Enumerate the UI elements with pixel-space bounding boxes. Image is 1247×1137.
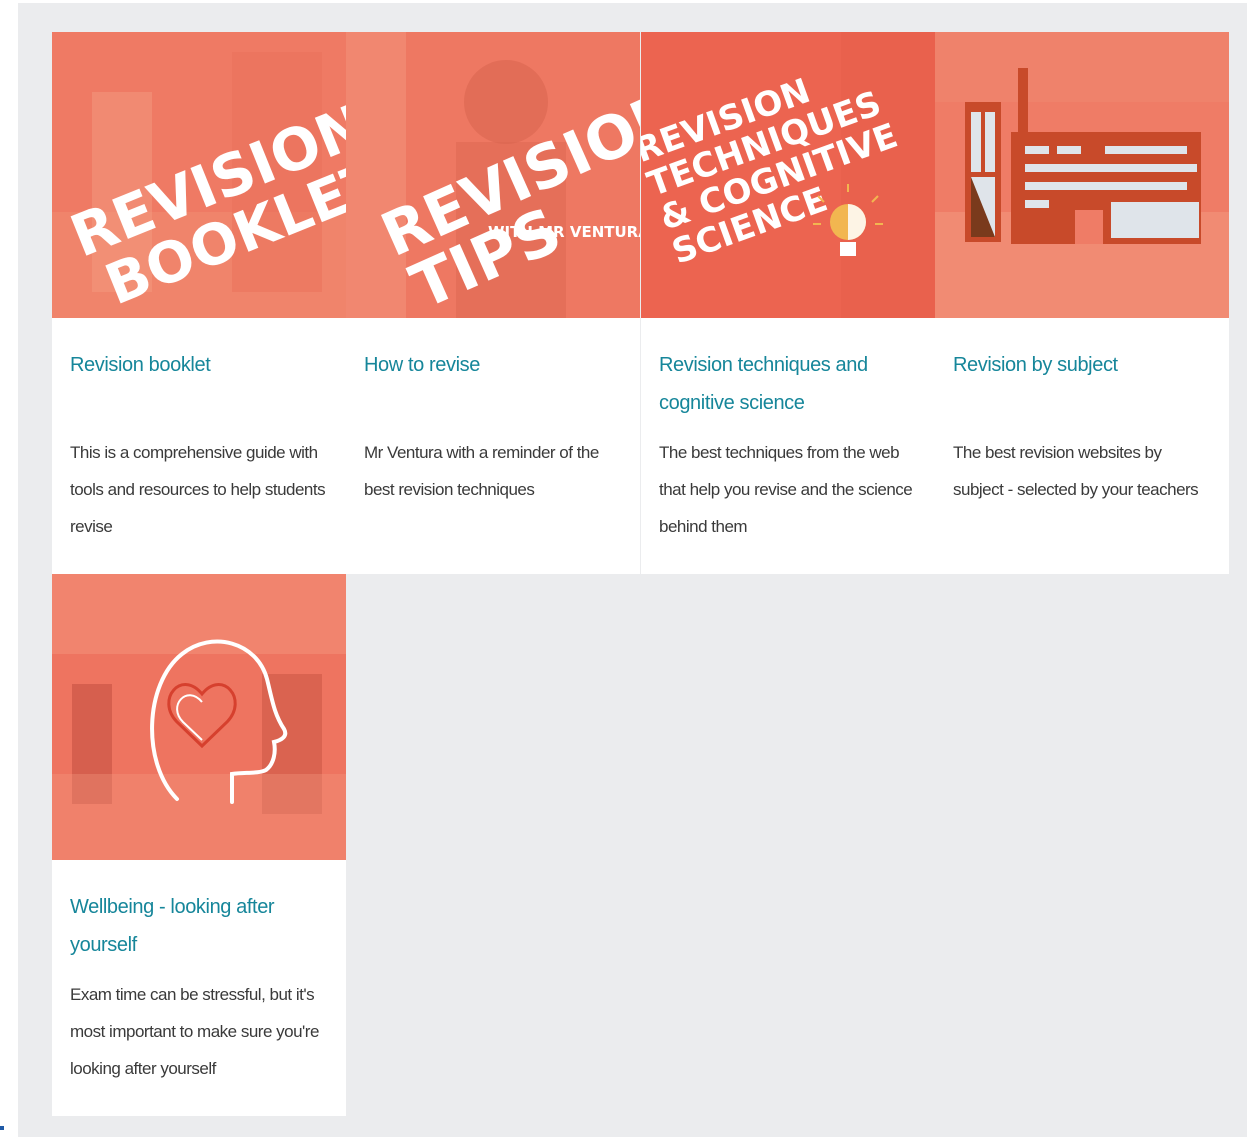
card-description: The best techniques from the web that he… [659, 443, 913, 536]
revision-techniques-image: REVISION TECHNIQUES & COGNITIVE SCIENCE [641, 32, 935, 318]
card-description: The best revision websites by subject - … [953, 443, 1199, 499]
card-revision-techniques[interactable]: REVISION TECHNIQUES & COGNITIVE SCIENCE [641, 32, 935, 574]
revision-tips-image: REVISION TIPS WITH MR VENTURA [346, 32, 640, 318]
card-description: Mr Ventura with a reminder of the best r… [364, 443, 599, 499]
card-thumbnail[interactable] [52, 574, 346, 860]
card-title[interactable]: Revision techniques and cognitive scienc… [659, 346, 917, 422]
card-wellbeing[interactable]: Wellbeing - looking after yourself Exam … [52, 574, 346, 1116]
card-thumbnail[interactable]: REVISION TIPS WITH MR VENTURA [346, 32, 640, 318]
card-thumbnail[interactable]: REVISION BOOKLET [52, 32, 346, 318]
card-title[interactable]: How to revise [364, 346, 622, 422]
card-revision-booklet[interactable]: REVISION BOOKLET Revision booklet This i… [52, 32, 346, 574]
card-title[interactable]: Revision by subject [953, 346, 1211, 422]
card-revision-by-subject[interactable]: Revision by subject The best revision we… [935, 32, 1229, 574]
card-description: Exam time can be stressful, but it's mos… [70, 985, 319, 1078]
revision-booklet-image: REVISION BOOKLET [52, 32, 346, 318]
card-description: This is a comprehensive guide with tools… [70, 443, 326, 536]
image-text-line-3: WITH MR VENTURA [488, 223, 640, 241]
wellbeing-image [52, 574, 346, 860]
edge-marker [0, 1126, 4, 1130]
card-thumbnail[interactable] [935, 32, 1229, 318]
card-thumbnail[interactable]: REVISION TECHNIQUES & COGNITIVE SCIENCE [641, 32, 935, 318]
revision-by-subject-image [935, 32, 1229, 318]
card-how-to-revise[interactable]: REVISION TIPS WITH MR VENTURA How to rev… [346, 32, 640, 574]
card-title[interactable]: Revision booklet [70, 346, 328, 422]
card-title[interactable]: Wellbeing - looking after yourself [70, 888, 328, 964]
